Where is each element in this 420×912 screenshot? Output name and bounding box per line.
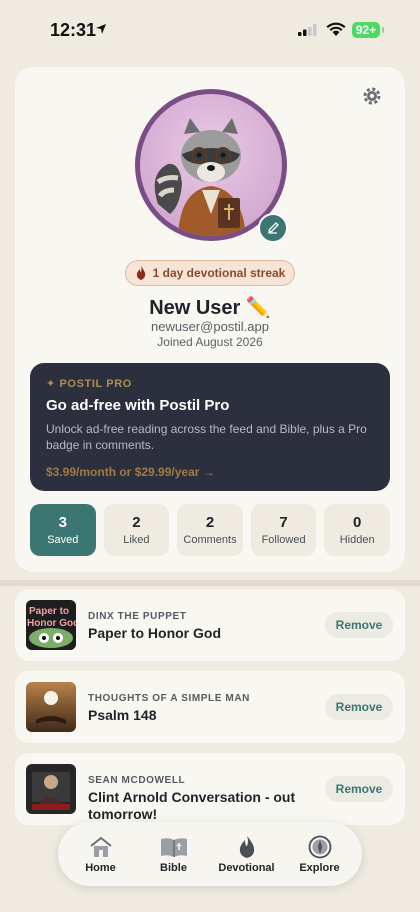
pro-tag: ✦ POSTIL PRO [46, 378, 132, 390]
item-title: Clint Arnold Conversation - out tomorrow… [88, 789, 296, 822]
stat-label: Liked [123, 534, 150, 546]
item-title: Paper to Honor God [88, 625, 221, 641]
pro-upsell-banner[interactable]: ✦ POSTIL PRO Go ad-free with Postil Pro … [30, 363, 390, 491]
location-arrow-icon [96, 24, 106, 34]
stat-label: Followed [261, 534, 306, 546]
pro-price-link[interactable]: $3.99/month or $29.99/year → [46, 465, 374, 479]
item-author: SEAN MCDOWELL [88, 775, 186, 786]
status-time: 12:31 [50, 20, 97, 40]
home-icon [89, 836, 112, 857]
item-title: Psalm 148 [88, 707, 157, 723]
stat-saved[interactable]: 3 Saved [30, 504, 96, 556]
stat-comments[interactable]: 2 Comments [177, 504, 243, 556]
thumbnail-image [26, 682, 76, 732]
stat-label: Hidden [339, 534, 375, 546]
remove-button[interactable]: Remove [325, 694, 393, 720]
stat-hidden[interactable]: 0 Hidden [324, 504, 390, 556]
svg-text:Paper to: Paper to [29, 606, 69, 617]
tab-label: Bible [160, 861, 187, 874]
list-item[interactable]: Paper to Honor God DINX THE PUPPET Paper… [15, 589, 405, 661]
wifi-icon [326, 22, 346, 36]
section-divider [0, 580, 420, 586]
user-email: newuser@postil.app [151, 319, 269, 334]
list-item[interactable]: SEAN MCDOWELL Clint Arnold Conversation … [15, 753, 405, 825]
stat-value: 3 [58, 514, 67, 531]
tab-label: Devotional [218, 861, 275, 874]
tab-label: Home [85, 861, 116, 874]
thumbnail-image [26, 764, 76, 814]
tab-label: Explore [299, 861, 340, 874]
tab-explore[interactable]: Explore [285, 835, 355, 874]
streak-text: 1 day devotional streak [152, 266, 286, 280]
devotional-streak-badge: 1 day devotional streak [125, 260, 295, 286]
edit-avatar-button[interactable] [258, 213, 288, 243]
item-author: DINX THE PUPPET [88, 611, 187, 622]
pencil-icon [268, 222, 279, 234]
remove-button[interactable]: Remove [325, 776, 393, 802]
tab-bible[interactable]: Bible [139, 835, 209, 874]
tab-devotional[interactable]: Devotional [212, 835, 282, 874]
flame-icon [239, 835, 254, 858]
bottom-tab-bar: Home Bible Devotional Explore [58, 822, 362, 886]
pro-description: Unlock ad-free reading across the feed a… [46, 422, 367, 452]
stat-liked[interactable]: 2 Liked [103, 504, 170, 556]
compass-icon [308, 835, 331, 858]
stat-value: 0 [353, 514, 362, 531]
user-name[interactable]: New User ✏️ [15, 295, 405, 320]
list-item[interactable]: THOUGHTS OF A SIMPLE MAN Psalm 148 Remov… [15, 671, 405, 743]
stat-label: Comments [183, 534, 237, 546]
stats-row: 3 Saved 2 Liked 2 Comments 7 Followed 0 … [30, 504, 390, 556]
tab-home[interactable]: Home [66, 835, 136, 874]
stat-value: 2 [132, 514, 141, 531]
stat-followed[interactable]: 7 Followed [250, 504, 317, 556]
pro-title: Go ad-free with Postil Pro [46, 397, 230, 414]
profile-card: 1 day devotional streak New User ✏️ newu… [15, 67, 405, 572]
cellular-signal-icon [298, 24, 317, 36]
settings-gear-icon[interactable] [361, 85, 383, 107]
thumbnail-image: Paper to Honor God [26, 600, 76, 650]
joined-date: Joined August 2026 [157, 335, 263, 349]
svg-text:Honor God: Honor God [27, 618, 76, 629]
status-bar: 12:31 92+ [0, 0, 420, 60]
flame-icon [136, 266, 145, 280]
stat-value: 7 [279, 514, 288, 531]
stat-value: 2 [205, 514, 215, 531]
stat-label: Saved [47, 534, 79, 546]
remove-button[interactable]: Remove [325, 612, 393, 638]
bible-icon [160, 837, 187, 857]
item-author: THOUGHTS OF A SIMPLE MAN [88, 693, 250, 704]
battery-indicator: 92+ [352, 22, 384, 38]
